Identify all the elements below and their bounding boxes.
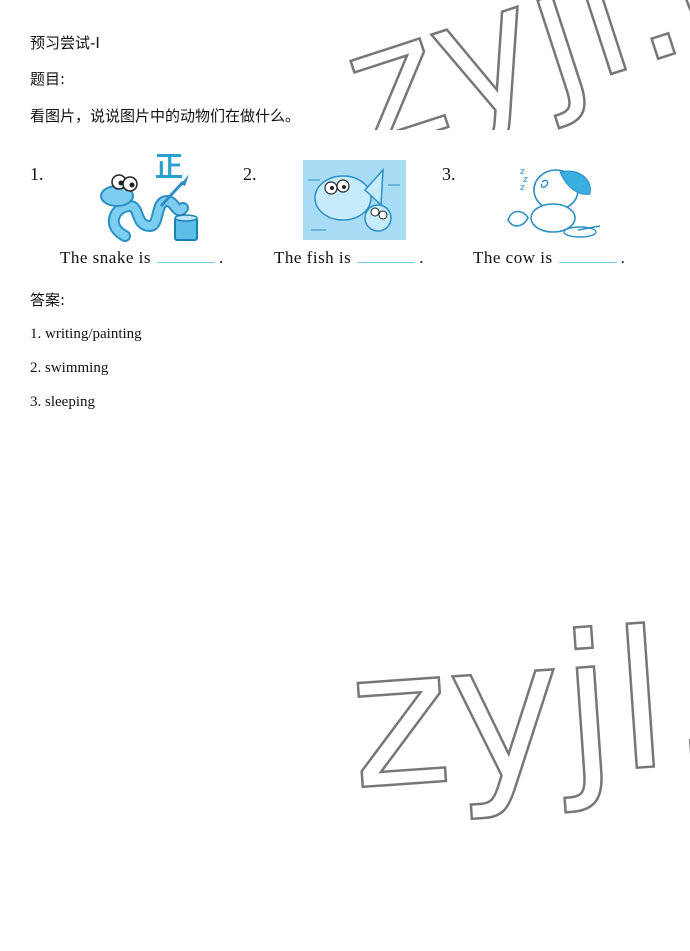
instruction-text: 看图片，说说图片中的动物们在做什么。: [30, 107, 301, 125]
answer-item-1: 1. writing/painting: [30, 326, 142, 342]
answer-blank-2[interactable]: [357, 248, 416, 263]
sentence-period: .: [218, 248, 224, 267]
svg-text:正: 正: [155, 150, 183, 183]
exercise-sentence-3: The cow is.: [473, 248, 625, 268]
sentence-text: The cow is: [473, 248, 553, 267]
answer-blank-1[interactable]: [156, 248, 215, 263]
exercise-number-2: 2.: [243, 164, 257, 184]
svg-text:zyjl.c: zyjl.c: [340, 0, 690, 130]
answer-blank-3[interactable]: [558, 248, 617, 263]
fish-swimming-illustration: [303, 160, 406, 240]
exercise-number-3: 3.: [442, 164, 456, 184]
sentence-period: .: [419, 248, 425, 267]
exercise-sentence-2: The fish is.: [274, 248, 424, 268]
answers-label: 答案:: [30, 291, 66, 309]
exercise-sentence-1: The snake is.: [60, 248, 224, 268]
sentence-period: .: [620, 248, 626, 267]
sentence-text: The snake is: [60, 248, 151, 267]
answer-item-3: 3. sleeping: [30, 394, 95, 410]
sentence-text: The fish is: [274, 248, 352, 267]
watermark-top: zyjl.c: [340, 0, 690, 130]
snake-painting-illustration: 正: [100, 150, 198, 242]
watermark-bottom: zyjl.c: [350, 600, 690, 830]
svg-text:z: z: [520, 183, 525, 193]
question-label: 题目:: [30, 70, 66, 88]
answer-item-2: 2. swimming: [30, 360, 109, 376]
cow-sleeping-illustration: z z z: [507, 167, 601, 238]
svg-text:zyjl.c: zyjl.c: [350, 600, 690, 830]
exercise-number-1: 1.: [30, 164, 44, 184]
section-title: 预习尝试-I: [30, 34, 100, 52]
